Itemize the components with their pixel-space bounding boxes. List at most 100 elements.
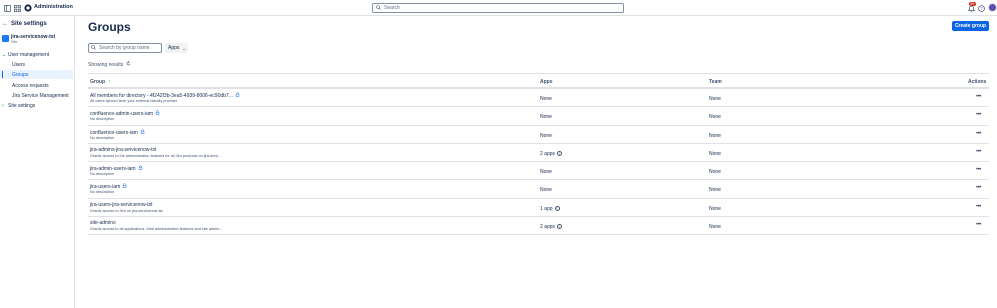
back-arrow-icon[interactable]: ←	[2, 21, 8, 27]
group-name-link[interactable]: jira-admins-jira-servicenow-tst	[90, 147, 156, 153]
chevron-down-icon: ⌄	[2, 51, 7, 58]
group-apps-value: None	[540, 187, 552, 194]
site-type-label: Site	[11, 40, 18, 44]
group-apps-value: None	[540, 132, 552, 139]
column-header-label: Group	[90, 79, 105, 85]
sidebar-item-access-requests[interactable]: Access requests	[0, 81, 73, 90]
more-actions-icon[interactable]: •••	[976, 167, 981, 173]
sidebar-item-label: Jira Service Management	[12, 92, 69, 99]
sidebar-item-users[interactable]: Users	[0, 60, 73, 69]
group-apps: None	[540, 187, 552, 193]
group-name[interactable]: jira-users-jira-servicenow-tst	[90, 202, 153, 208]
more-actions-icon[interactable]: •••	[976, 222, 981, 228]
info-icon[interactable]: i	[557, 224, 563, 230]
lock-icon	[138, 165, 143, 172]
group-name-link[interactable]: confluence-users-iam	[90, 128, 145, 136]
group-description: No description	[90, 172, 115, 177]
global-search-input[interactable]: Search	[372, 3, 624, 13]
group-search-placeholder: Search by group name	[99, 45, 150, 51]
group-team: None	[709, 224, 721, 231]
sort-ascending-icon[interactable]: ↑	[108, 79, 111, 85]
more-actions-icon[interactable]: •••	[976, 149, 981, 155]
chevron-right-icon: ›	[2, 102, 4, 109]
refresh-icon[interactable]	[126, 61, 131, 68]
showing-results-label: Showing results	[88, 61, 124, 68]
sidebar: ← Site settings jira-servicenow-tst Site…	[0, 16, 75, 308]
group-name[interactable]: jira-admins-jira-servicenow-tst	[90, 147, 156, 153]
group-description: All users synced from your external iden…	[90, 99, 178, 103]
table-header: Group ↑ Apps Team Actions	[88, 73, 989, 89]
sidebar-toggle-icon[interactable]	[2, 3, 12, 13]
sidebar-item-label: Users	[12, 61, 26, 68]
atlassian-logo-icon	[23, 3, 33, 13]
group-name-link[interactable]: jira-admin-users-iam	[90, 165, 143, 172]
group-apps-value: None	[540, 169, 552, 176]
sidebar-item-user-management[interactable]: ⌄ User management	[0, 50, 73, 59]
group-name-link[interactable]: confluence-admin-users-iam	[90, 110, 160, 117]
table-row[interactable]: confluence-admin-users-iam No description…	[88, 107, 989, 126]
table-row[interactable]: jira-users-iam No description None None •••	[88, 180, 989, 199]
column-header-group[interactable]: Group ↑	[90, 79, 111, 85]
group-name[interactable]: site-admins	[90, 220, 116, 226]
table-row[interactable]: jira-admins-jira-servicenow-tst Grants ac…	[88, 144, 989, 163]
group-description: Grants access to the administration feat…	[90, 153, 222, 158]
group-name-link[interactable]: All members for directory - 4f242f3b-3ea…	[90, 92, 240, 99]
sidebar-item-jira-service-management[interactable]: Jira Service Management	[0, 91, 73, 100]
search-icon	[91, 44, 96, 52]
showing-results: Showing results	[88, 61, 131, 68]
group-team: None	[709, 114, 721, 121]
group-team: None	[709, 132, 721, 139]
group-name-link[interactable]: jira-users-jira-servicenow-tst	[90, 202, 153, 208]
group-name-link[interactable]: jira-users-iam	[90, 183, 127, 190]
column-header-apps: Apps	[540, 79, 553, 85]
sidebar-item-label: Site settings	[8, 102, 36, 109]
group-team: None	[709, 205, 721, 212]
group-apps: None	[540, 96, 552, 102]
more-actions-icon[interactable]: •••	[976, 204, 981, 210]
sidebar-item-groups[interactable]: Groups	[0, 70, 73, 79]
sidebar-title: Site settings	[11, 21, 47, 27]
column-header-team: Team	[709, 79, 722, 85]
chevron-down-icon: ⌄	[182, 45, 186, 51]
sidebar-item-label: User management	[8, 51, 50, 58]
search-placeholder: Search	[384, 5, 400, 11]
app-switcher-icon[interactable]	[12, 3, 22, 13]
sidebar-item-label: Groups	[12, 71, 29, 78]
group-apps: None	[540, 133, 552, 139]
create-group-button[interactable]: Create group	[952, 21, 989, 31]
table-row[interactable]: jira-users-jira-servicenow-tst Grants acc…	[88, 199, 989, 218]
sidebar-item-site-settings[interactable]: › Site settings	[0, 101, 73, 110]
more-actions-icon[interactable]: •••	[976, 185, 981, 191]
notification-count-badge: 9+	[969, 2, 976, 6]
group-apps-value: 2 apps	[540, 150, 556, 157]
group-description: Grants access to Jira on jira-servicenow…	[90, 208, 163, 213]
top-bar: Administration Search 9+ ?	[0, 0, 997, 16]
group-apps: 1 app i	[540, 205, 560, 212]
apps-filter-dropdown[interactable]: Apps ⌄	[165, 43, 188, 53]
lock-icon	[155, 110, 160, 117]
more-actions-icon[interactable]: •••	[976, 112, 981, 118]
lock-icon	[122, 183, 127, 190]
app-title: Administration	[34, 4, 73, 10]
more-actions-icon[interactable]: •••	[976, 94, 981, 100]
apps-filter-label: Apps	[168, 45, 180, 51]
table-row[interactable]: site-admins Grants access to all applicat…	[88, 217, 989, 236]
lock-icon	[140, 128, 145, 136]
table-row[interactable]: jira-admin-users-iam No description None No…	[88, 162, 989, 181]
user-avatar[interactable]	[988, 3, 997, 12]
group-search-input[interactable]: Search by group name	[88, 43, 162, 53]
group-team: None	[709, 187, 721, 194]
info-icon[interactable]: i	[554, 205, 560, 211]
group-team: None	[709, 169, 721, 176]
table-row[interactable]: confluence-users-iam No description None No…	[88, 126, 989, 144]
group-description: No description	[90, 190, 115, 195]
help-icon[interactable]: ?	[976, 3, 986, 13]
group-name-link[interactable]: site-admins	[90, 220, 116, 226]
more-actions-icon[interactable]: •••	[976, 131, 981, 137]
svg-text:?: ?	[980, 6, 983, 11]
group-description: No description	[90, 117, 115, 122]
lock-icon	[235, 92, 240, 99]
info-icon[interactable]: i	[557, 150, 563, 156]
table-row[interactable]: All members for directory - 4f242f3b-3ea…	[88, 89, 989, 108]
group-apps-value: None	[540, 96, 552, 102]
